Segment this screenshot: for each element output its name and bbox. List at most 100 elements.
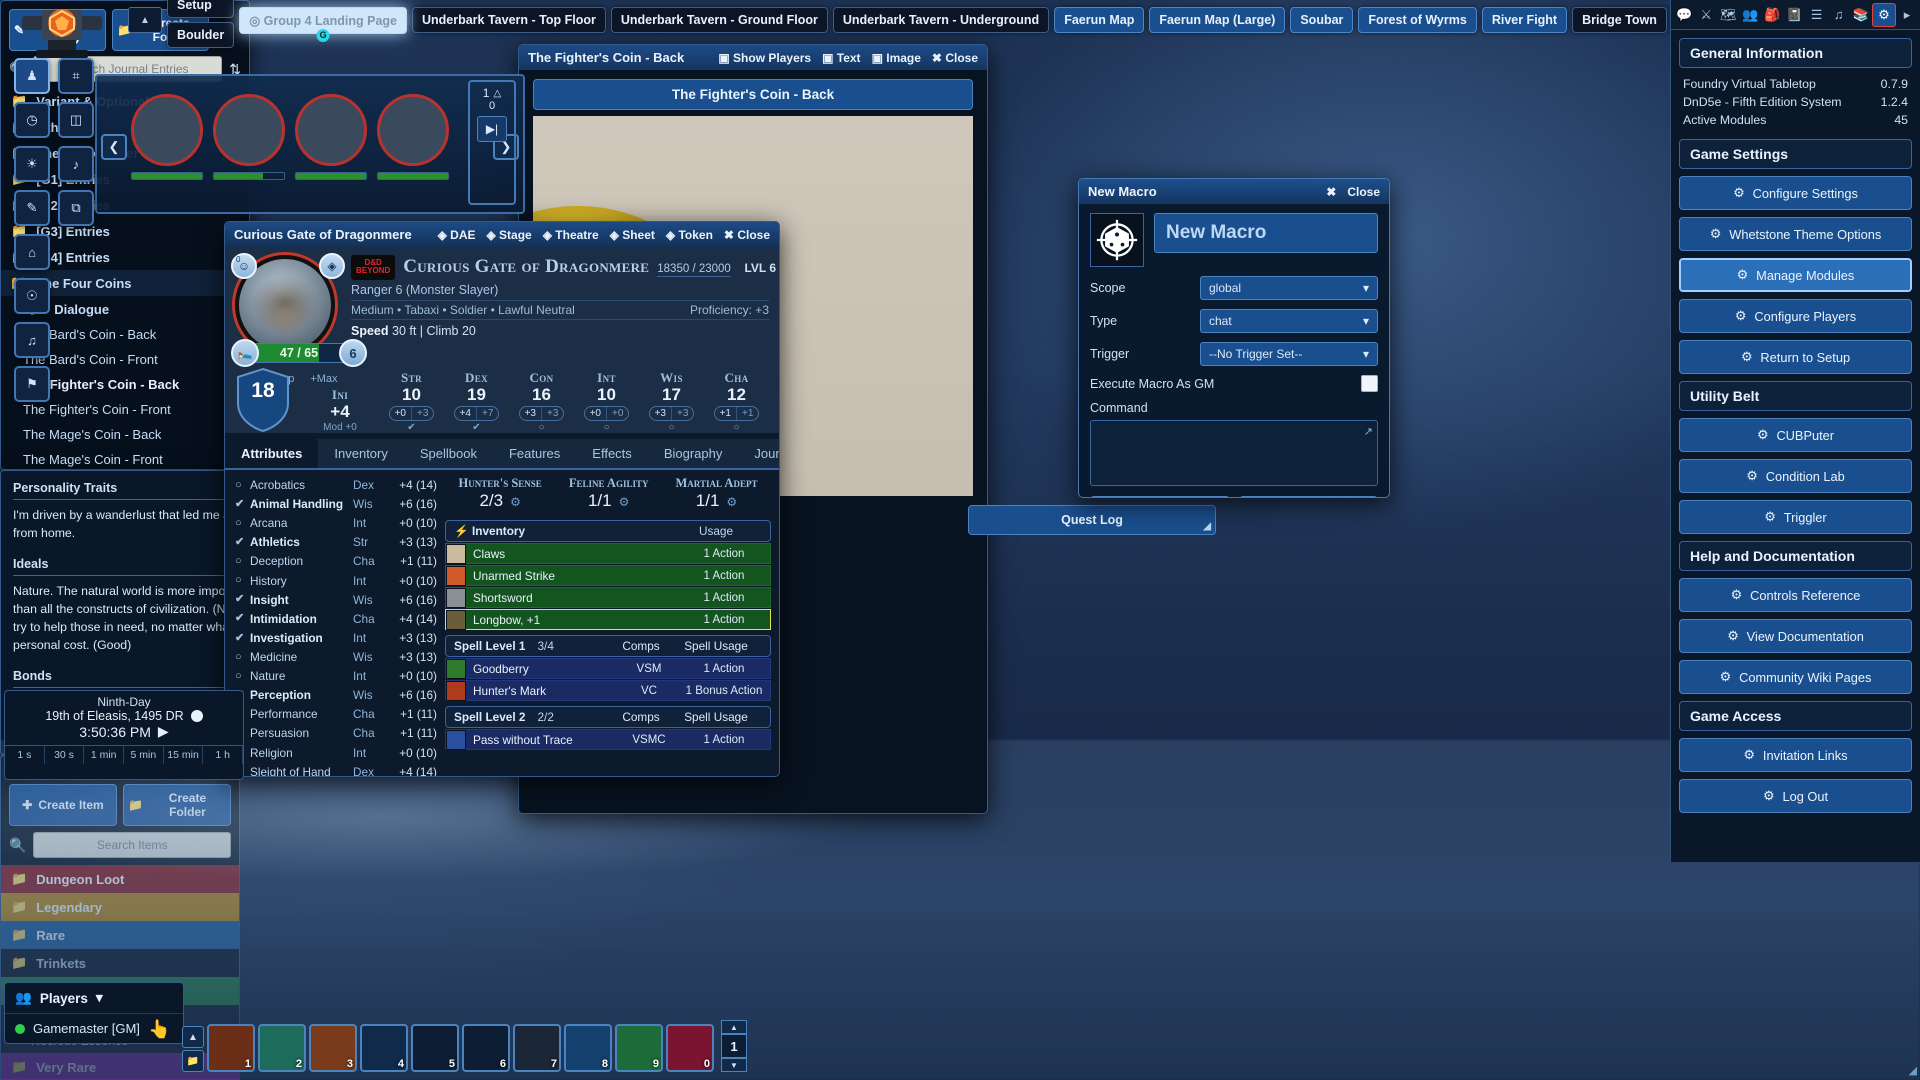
clock-step-5[interactable]: 1 h [203,746,243,764]
scene-tab-0[interactable]: Underbark Tavern - Top Floor [412,7,606,33]
scene-tab-3[interactable]: Faerun Map [1054,7,1144,33]
ability-mods[interactable]: +3+3 [649,406,695,421]
party-token-4[interactable] [377,94,451,194]
sheet-action-sheet[interactable]: ◈ Sheet [610,228,655,242]
skill-sleight-of-hand[interactable]: ○Sleight of HandDex+4 (14) [235,763,437,776]
rest-icon[interactable]: 🛌 [231,339,259,367]
macro-name-input[interactable]: New Macro [1154,213,1378,253]
sound-controls-icon[interactable]: ♪ [58,146,94,182]
items-tab[interactable]: 🎒 [1761,7,1783,23]
scene-tab-6[interactable]: Forest of Wyrms [1358,7,1476,33]
macro-dialog-header[interactable]: New Macro ✖ Close [1079,179,1389,204]
ability-con[interactable]: Con16+3+3○ [509,370,574,433]
hotbar-slot-1[interactable]: 1 [207,1024,255,1072]
sidebar-button-return-to-setup[interactable]: ⚙Return to Setup [1679,340,1912,374]
party-token-3[interactable] [295,94,369,194]
spell-0-0[interactable]: GoodberryVSM1 Action [445,658,771,679]
music-icon[interactable]: ♫ [14,322,50,358]
sidebar-button-log-out[interactable]: ⚙Log Out [1679,779,1912,813]
command-textarea[interactable]: ↗ [1090,420,1378,486]
macro-field-select[interactable]: global▾ [1200,276,1378,300]
spell-1-0[interactable]: Pass without TraceVSMC1 Action [445,729,771,750]
ability-cha[interactable]: Cha12+1+1○ [704,370,769,433]
image-action-text[interactable]: ▣ Text [822,51,860,65]
skill-investigation[interactable]: ✔InvestigationInt+3 (13) [235,629,437,648]
gear-icon[interactable]: ⚙ [619,495,630,509]
hotbar-slot-4[interactable]: 4 [360,1024,408,1072]
scene-tab-setup[interactable]: Setup [167,0,234,18]
dice-roll-icon[interactable]: ◈ [319,253,345,279]
tables-tab[interactable]: ☰ [1806,7,1828,23]
hotbar-slot-3[interactable]: 3 [309,1024,357,1072]
macro-close-button[interactable]: ✖ Close [1326,185,1380,199]
scene-tab-boulder[interactable]: Boulder [167,22,234,48]
scene-tab-8[interactable]: Bridge Town [1572,7,1667,33]
skill-history[interactable]: ○HistoryInt+0 (10) [235,572,437,591]
ability-int[interactable]: Int10+0+0○ [574,370,639,433]
party-token-1[interactable] [131,94,205,194]
inventory-item-2[interactable]: Shortsword1 Action [445,587,771,608]
lighting-controls-icon[interactable]: ☀ [14,146,50,182]
scene-tab-active[interactable]: ◎ Group 4 Landing Page G [239,7,407,34]
ability-dex[interactable]: Dex19+4+7✔ [444,370,509,433]
skill-religion[interactable]: ○ReligionInt+0 (10) [235,744,437,763]
sidebar-button-controls-reference[interactable]: ⚙Controls Reference [1679,578,1912,612]
skill-arcana[interactable]: ○ArcanaInt+0 (10) [235,514,437,533]
dice-macro-icon[interactable] [1090,213,1144,267]
sheet-action-stage[interactable]: ◈ Stage [486,228,531,242]
sidebar-button-configure-settings[interactable]: ⚙Configure Settings [1679,176,1912,210]
clock-step-1[interactable]: 30 s [45,746,85,764]
sidebar-button-whetstone-theme-options[interactable]: ⚙Whetstone Theme Options [1679,217,1912,251]
quest-log-button[interactable]: Quest Log ◢ [968,505,1216,535]
scene-tab-5[interactable]: Soubar [1290,7,1353,33]
sidebar-button-cubputer[interactable]: ⚙CUBPuter [1679,418,1912,452]
sidebar-button-manage-modules[interactable]: ⚙Manage Modules [1679,258,1912,292]
feature-uses[interactable]: 1/1 [696,491,720,511]
tile-controls-icon[interactable]: ◫ [58,102,94,138]
play-icon[interactable]: ▶ [158,723,169,740]
ability-wis[interactable]: Wis17+3+3○ [639,370,704,433]
lock-icon[interactable]: ▲ [182,1026,204,1048]
ability-mods[interactable]: +3+3 [519,406,565,421]
tab-spellbook[interactable]: Spellbook [404,439,493,468]
ability-mods[interactable]: +0+0 [584,406,630,421]
actors-tab[interactable]: 👥 [1739,7,1761,23]
party-token-2[interactable] [213,94,287,194]
chat-tab[interactable]: 💬 [1673,7,1695,23]
sidebar-button-view-documentation[interactable]: ⚙View Documentation [1679,619,1912,653]
xp-value[interactable]: 18350 / 23000 [657,263,731,277]
ability-mods[interactable]: +1+1 [714,406,760,421]
nav-collapse-button[interactable]: ▲ [128,7,162,33]
tab-journal[interactable]: Journal [738,439,779,468]
skill-persuasion[interactable]: ○PersuasionCha+1 (11) [235,724,437,743]
walls-icon[interactable]: ⧉ [58,190,94,226]
sheet-action-dae[interactable]: ◈ DAE [438,228,476,242]
save-macro-button[interactable]: 💾 Save Macro [1090,496,1230,498]
sidebar-button-triggler[interactable]: ⚙Triggler [1679,500,1912,534]
skill-medicine[interactable]: ○MedicineWis+3 (13) [235,648,437,667]
ability-str[interactable]: Str10+0+3✔ [379,370,444,433]
tab-inventory[interactable]: Inventory [318,439,403,468]
inventory-item-0[interactable]: Claws1 Action [445,543,771,564]
skill-performance[interactable]: ○PerformanceCha+1 (11) [235,705,437,724]
combat-tab[interactable]: ⚔ [1695,7,1717,23]
skill-athletics[interactable]: ✔AthleticsStr+3 (13) [235,533,437,552]
skill-nature[interactable]: ○NatureInt+0 (10) [235,667,437,686]
expand-icon[interactable]: ↗ [1364,425,1373,438]
bookmark-icon[interactable]: ⚑ [14,366,50,402]
journal-row-13[interactable]: The Mage's Coin - Back [1,422,249,447]
feature-uses[interactable]: 2/3 [479,491,503,511]
skill-acrobatics[interactable]: ○AcrobaticsDex+4 (14) [235,476,437,495]
sidebar-button-configure-players[interactable]: ⚙Configure Players [1679,299,1912,333]
foundry-logo[interactable] [14,2,110,58]
hp-track[interactable]: 47 / 65 [253,343,345,363]
skill-perception[interactable]: ✔PerceptionWis+6 (16) [235,686,437,705]
clock-step-4[interactable]: 15 min [164,746,204,764]
settings-tab[interactable]: ⚙ [1872,3,1896,27]
scene-tab-2[interactable]: Underbark Tavern - Underground [833,7,1049,33]
hotbar-slot-9[interactable]: 9 [615,1024,663,1072]
journal-row-14[interactable]: The Mage's Coin - Front [1,447,249,470]
token-controls-icon[interactable]: ♟ [14,58,50,94]
macro-field-select[interactable]: chat▾ [1200,309,1378,333]
clock-step-0[interactable]: 1 s [5,746,45,764]
